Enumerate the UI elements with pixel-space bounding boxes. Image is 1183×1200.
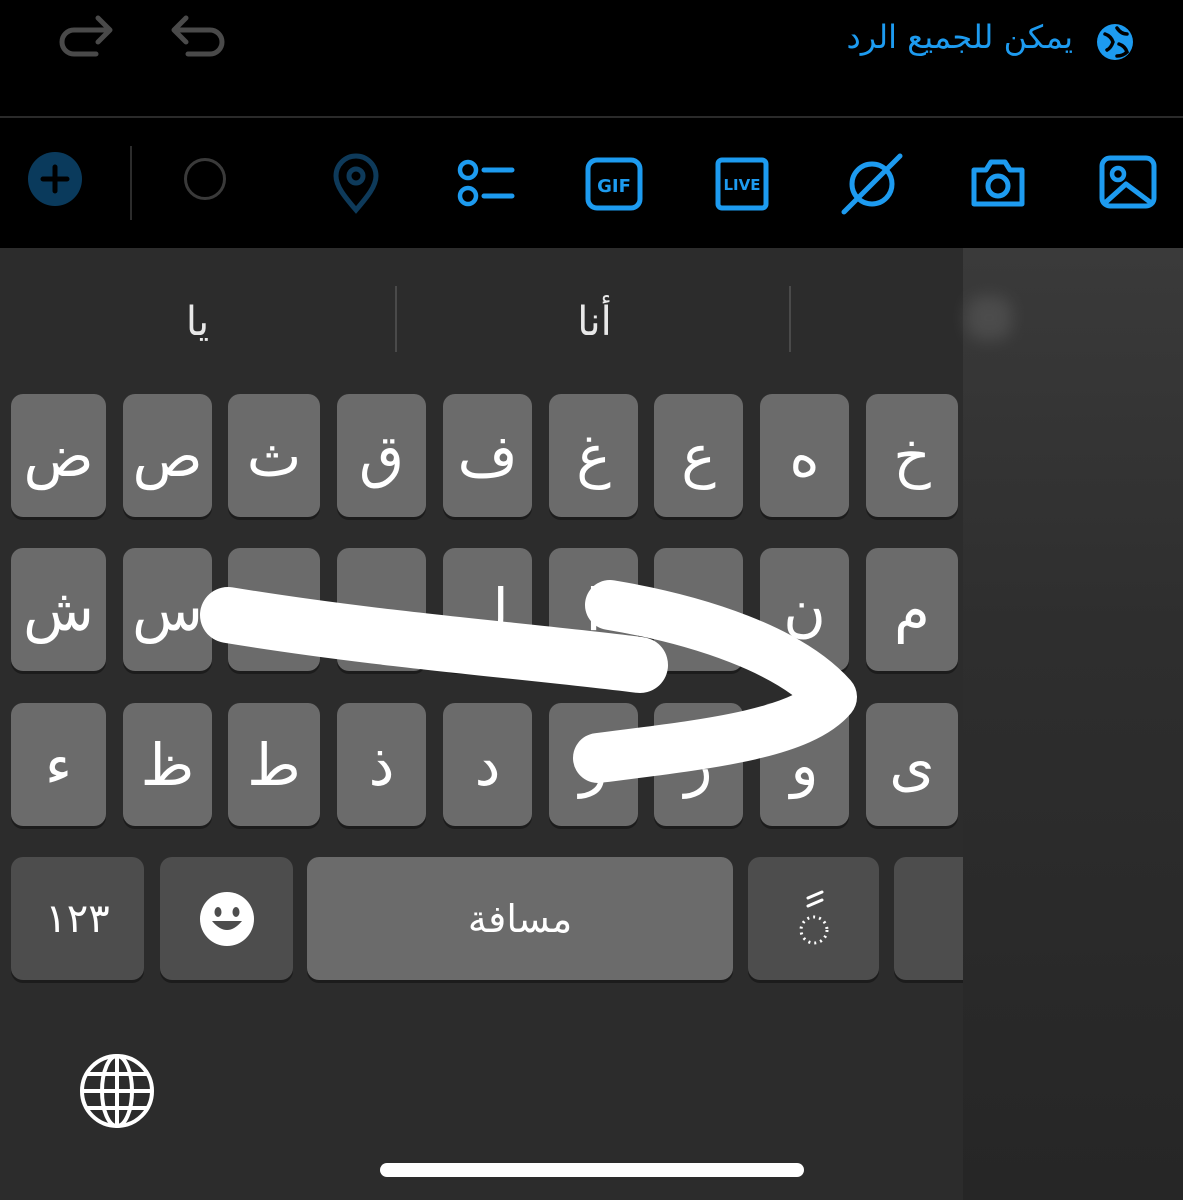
key-row3-4[interactable]: ذ (337, 703, 426, 826)
globe-icon[interactable] (78, 1052, 156, 1130)
key-row1-4[interactable]: ق (337, 394, 426, 517)
diacritic-key[interactable] (748, 857, 879, 980)
svg-text:GIF: GIF (597, 176, 631, 197)
home-indicator (380, 1163, 804, 1177)
key-row3-7[interactable]: ر (654, 703, 743, 826)
space-key-label: مسافة (467, 896, 573, 941)
emoji-icon (199, 891, 254, 946)
top-bar: يمكن للجميع الرد (0, 0, 1183, 118)
key-row1-2[interactable]: ص (123, 394, 212, 517)
key-row2-5[interactable]: ل (443, 548, 532, 671)
live-icon[interactable]: LIVE (710, 152, 774, 216)
camera-icon[interactable] (966, 150, 1030, 214)
location-icon[interactable] (324, 152, 388, 216)
key-row3-2[interactable]: ظ (123, 703, 212, 826)
key-label: ي (251, 575, 297, 644)
key-label: ه (789, 421, 820, 490)
key-label: ز (579, 730, 608, 799)
key-row3-9[interactable]: ى (866, 703, 958, 826)
key-row2-4[interactable]: ب (337, 548, 426, 671)
key-row2-3[interactable]: ي (228, 548, 320, 671)
key-label: ث (246, 421, 302, 490)
key-label: ط (247, 730, 301, 799)
key-label: ل (466, 575, 509, 644)
key-label: ش (23, 575, 94, 644)
gif-icon[interactable]: GIF (582, 152, 646, 216)
key-row3-1[interactable]: ء (11, 703, 106, 826)
key-row2-7[interactable]: ت (654, 548, 743, 671)
suggestion-2[interactable]: أنا (397, 290, 792, 354)
key-label: ص (132, 421, 203, 490)
key-label: ق (358, 421, 404, 490)
key-label: د (474, 730, 501, 799)
numbers-key[interactable]: ١٢٣ (11, 857, 144, 980)
key-row3-6[interactable]: ز (549, 703, 638, 826)
key-row3-3[interactable]: ط (228, 703, 320, 826)
key-label: ا (585, 575, 602, 644)
emoji-key[interactable] (160, 857, 293, 980)
key-row2-6[interactable]: ا (549, 548, 638, 671)
undo-icon (171, 15, 225, 57)
return-key[interactable] (894, 857, 963, 980)
globe-badge-icon (1097, 24, 1133, 60)
key-row1-6[interactable]: غ (549, 394, 638, 517)
space-key[interactable]: مسافة (307, 857, 733, 980)
diacritic-key-icon (799, 890, 828, 944)
key-label: ء (44, 730, 73, 799)
key-label: ذ (368, 730, 395, 799)
image-icon[interactable] (1096, 150, 1160, 214)
char-counter-icon (184, 158, 226, 200)
key-row1-5[interactable]: ف (443, 394, 532, 517)
key-row1-1[interactable]: ض (11, 394, 106, 517)
key-label: ف (457, 421, 518, 490)
key-label: م (894, 575, 930, 644)
key-label: ب (354, 575, 409, 644)
redo-button[interactable] (56, 10, 120, 70)
key-label: ظ (140, 730, 195, 799)
add-thread-icon (40, 164, 70, 194)
key-row1-8[interactable]: ه (760, 394, 849, 517)
key-label: و (790, 730, 819, 799)
suggestion-3[interactable] (791, 290, 961, 354)
key-label: خ (893, 421, 931, 490)
key-label: ى (889, 730, 935, 799)
poll-icon[interactable] (454, 152, 518, 216)
undo-button[interactable] (164, 10, 228, 70)
reply-scope-label[interactable]: يمكن للجميع الرد (846, 18, 1073, 56)
key-row3-8[interactable]: و (760, 703, 849, 826)
svg-text:LIVE: LIVE (724, 176, 761, 194)
key-row2-9[interactable]: م (866, 548, 958, 671)
spaces-icon[interactable] (840, 152, 904, 216)
key-row2-1[interactable]: ش (11, 548, 106, 671)
key-row2-2[interactable]: س (123, 548, 212, 671)
keyboard-side-panel (963, 248, 1183, 1200)
key-label: س (132, 575, 203, 644)
key-row3-5[interactable]: د (443, 703, 532, 826)
key-row2-8[interactable]: ن (760, 548, 849, 671)
key-label: ض (23, 421, 94, 490)
numbers-key-label: ١٢٣ (45, 895, 110, 942)
key-row1-3[interactable]: ث (228, 394, 320, 517)
key-row1-9[interactable]: خ (866, 394, 958, 517)
blurred-key (966, 296, 1012, 340)
toolbar-divider (130, 146, 132, 220)
redo-icon (59, 15, 113, 57)
key-label: ر (684, 730, 713, 799)
key-label: ع (681, 421, 716, 490)
suggestion-1[interactable]: يا (0, 290, 395, 354)
key-row1-7[interactable]: ع (654, 394, 743, 517)
add-thread-button[interactable] (28, 152, 82, 206)
key-label: ن (783, 575, 826, 644)
key-label: غ (576, 421, 611, 490)
key-label: ت (671, 575, 726, 644)
